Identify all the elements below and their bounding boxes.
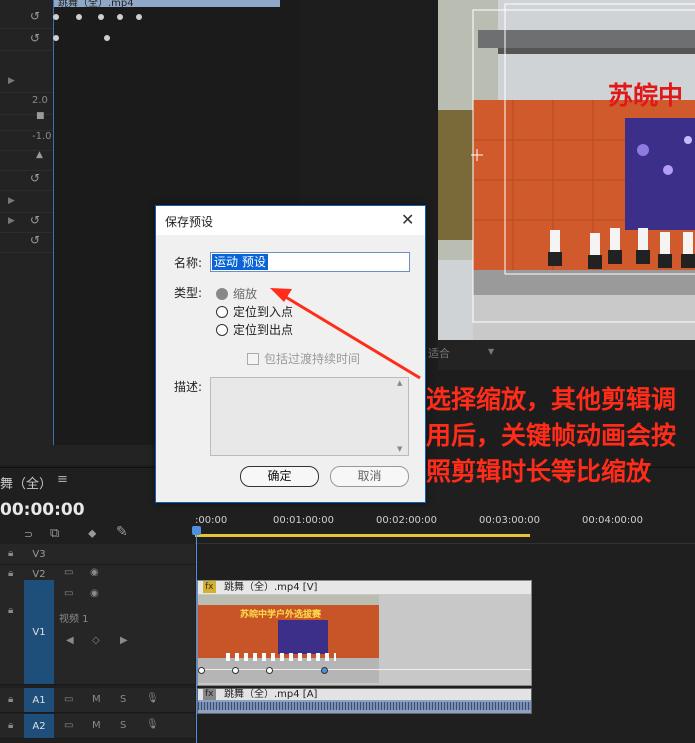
annotation-text: 选择缩放，其他剪辑调用后，关键帧动画会按照剪辑时长等比缩放 — [426, 385, 677, 486]
annotation-arrow — [270, 288, 421, 380]
